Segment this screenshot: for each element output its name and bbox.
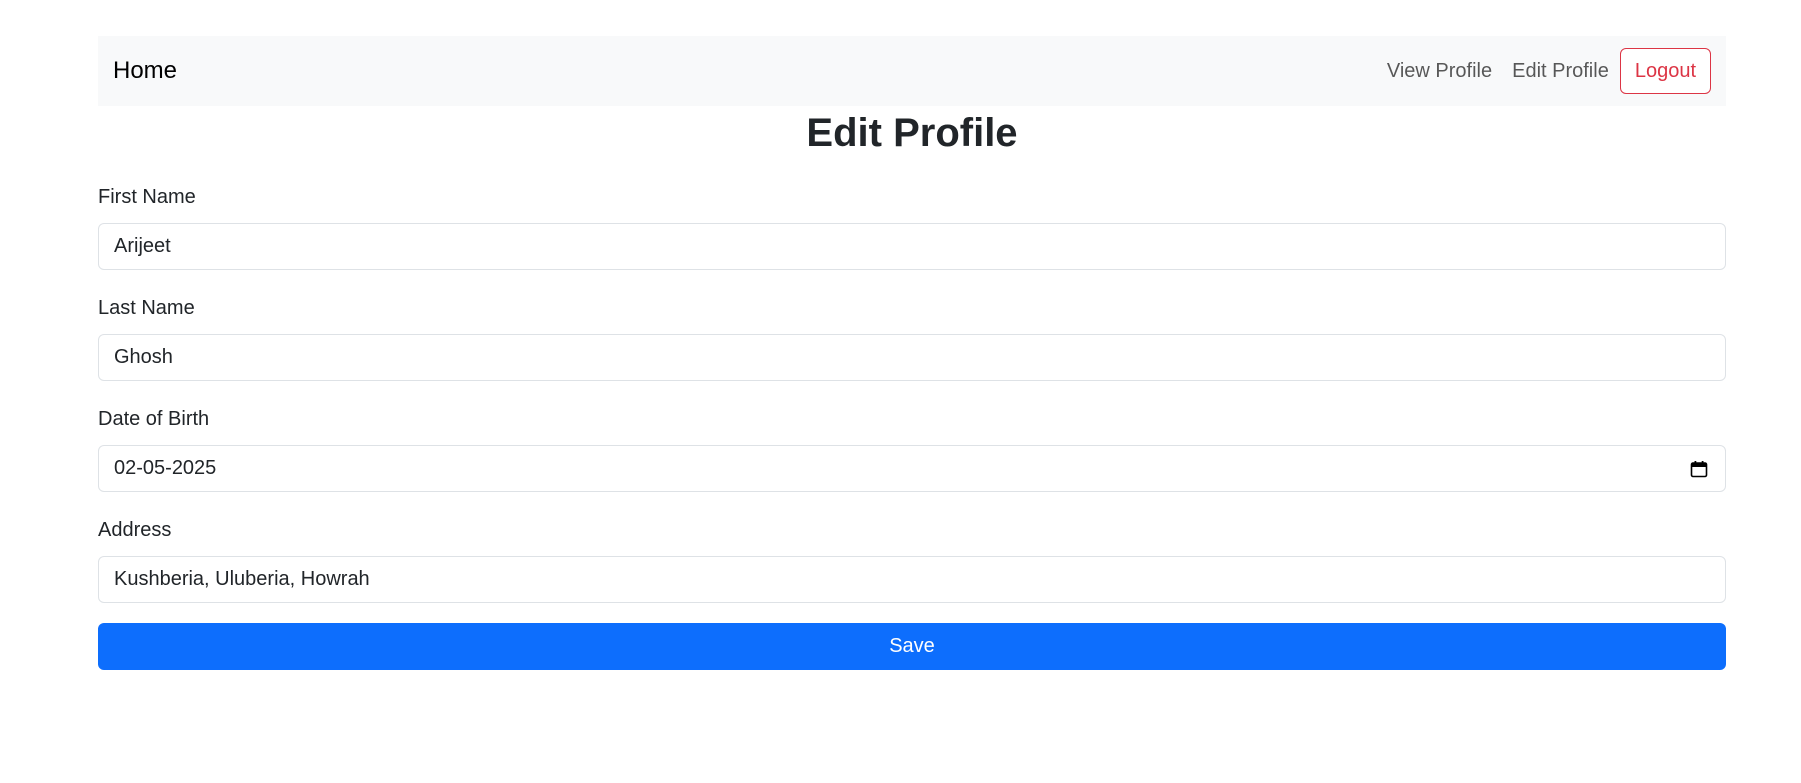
nav-link-view-profile[interactable]: View Profile xyxy=(1387,60,1492,83)
dob-input[interactable]: 02-05-2025 xyxy=(98,445,1726,492)
last-name-value: Ghosh xyxy=(114,346,173,368)
first-name-input[interactable]: Arijeet xyxy=(98,223,1726,270)
nav-links: View Profile Edit Profile Logout xyxy=(1367,48,1711,94)
dob-value: 02-05-2025 xyxy=(114,457,217,479)
page-container: Home View Profile Edit Profile Logout Ed… xyxy=(98,36,1726,670)
first-name-label: First Name xyxy=(98,186,196,208)
last-name-input[interactable]: Ghosh xyxy=(98,334,1726,381)
nav-link-edit-profile[interactable]: Edit Profile xyxy=(1512,60,1609,83)
navbar: Home View Profile Edit Profile Logout xyxy=(98,36,1726,106)
calendar-icon[interactable] xyxy=(1690,460,1708,478)
last-name-label: Last Name xyxy=(98,297,195,319)
brand-home-link[interactable]: Home xyxy=(113,57,177,85)
save-button[interactable]: Save xyxy=(98,623,1726,670)
page-title: Edit Profile xyxy=(806,111,1018,155)
address-input[interactable]: Kushberia, Uluberia, Howrah xyxy=(98,556,1726,603)
address-value: Kushberia, Uluberia, Howrah xyxy=(114,568,370,590)
address-label: Address xyxy=(98,519,172,541)
first-name-value: Arijeet xyxy=(114,235,171,257)
dob-label: Date of Birth xyxy=(98,408,210,430)
logout-button[interactable]: Logout xyxy=(1619,48,1711,94)
edit-profile-form: First Name Arijeet Last Name Ghosh Date … xyxy=(98,185,1726,670)
